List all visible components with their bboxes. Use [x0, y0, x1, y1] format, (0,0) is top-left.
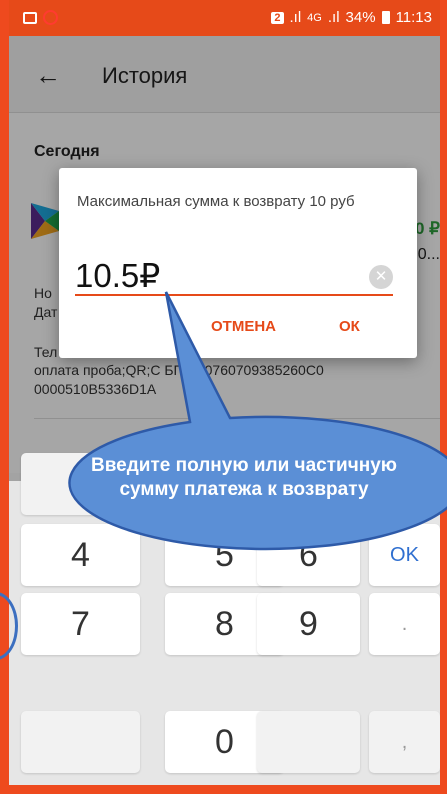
- key-6[interactable]: 6: [257, 524, 360, 586]
- key-blank-2: [257, 711, 360, 773]
- clear-icon[interactable]: ✕: [369, 265, 393, 289]
- phone-screen: 2 .ıl 4G .ıl 34% 11:13 ← История Сегодня…: [9, 0, 440, 785]
- key-dot[interactable]: .: [369, 593, 440, 655]
- key-9[interactable]: 9: [257, 593, 360, 655]
- key-blank: [21, 711, 140, 773]
- signal-icon: .ıl: [289, 9, 302, 26]
- callout-text: Введите полную или частичную сумму плате…: [91, 455, 397, 500]
- screenshot-frame: 2 .ıl 4G .ıl 34% 11:13 ← История Сегодня…: [0, 0, 447, 794]
- clock: 11:13: [395, 9, 432, 26]
- network-type: 4G: [307, 11, 322, 24]
- alert-notification-icon: [43, 10, 58, 25]
- key-comma[interactable]: ,: [369, 711, 440, 773]
- battery-percent: 34%: [345, 9, 376, 26]
- battery-icon: [381, 11, 390, 24]
- sim-indicator: 2: [271, 11, 284, 24]
- signal-icon-secondary: .ıl: [327, 9, 340, 26]
- numeric-keypad: 4 5 6 OK 7 8 9 . 0 ,: [9, 453, 440, 785]
- cancel-button[interactable]: ОТМЕНА: [211, 318, 276, 335]
- refund-dialog: Максимальная сумма к возврату 10 руб ✕ О…: [59, 168, 417, 358]
- gallery-notification-icon: [23, 11, 37, 24]
- status-bar: 2 .ıl 4G .ıl 34% 11:13: [9, 0, 440, 36]
- ok-button[interactable]: ОК: [339, 318, 360, 335]
- key-7[interactable]: 7: [21, 593, 140, 655]
- key-ok[interactable]: OK: [369, 524, 440, 586]
- refund-amount-input[interactable]: [75, 256, 393, 296]
- dialog-message: Максимальная сумма к возврату 10 руб: [77, 193, 355, 210]
- key-4[interactable]: 4: [21, 524, 140, 586]
